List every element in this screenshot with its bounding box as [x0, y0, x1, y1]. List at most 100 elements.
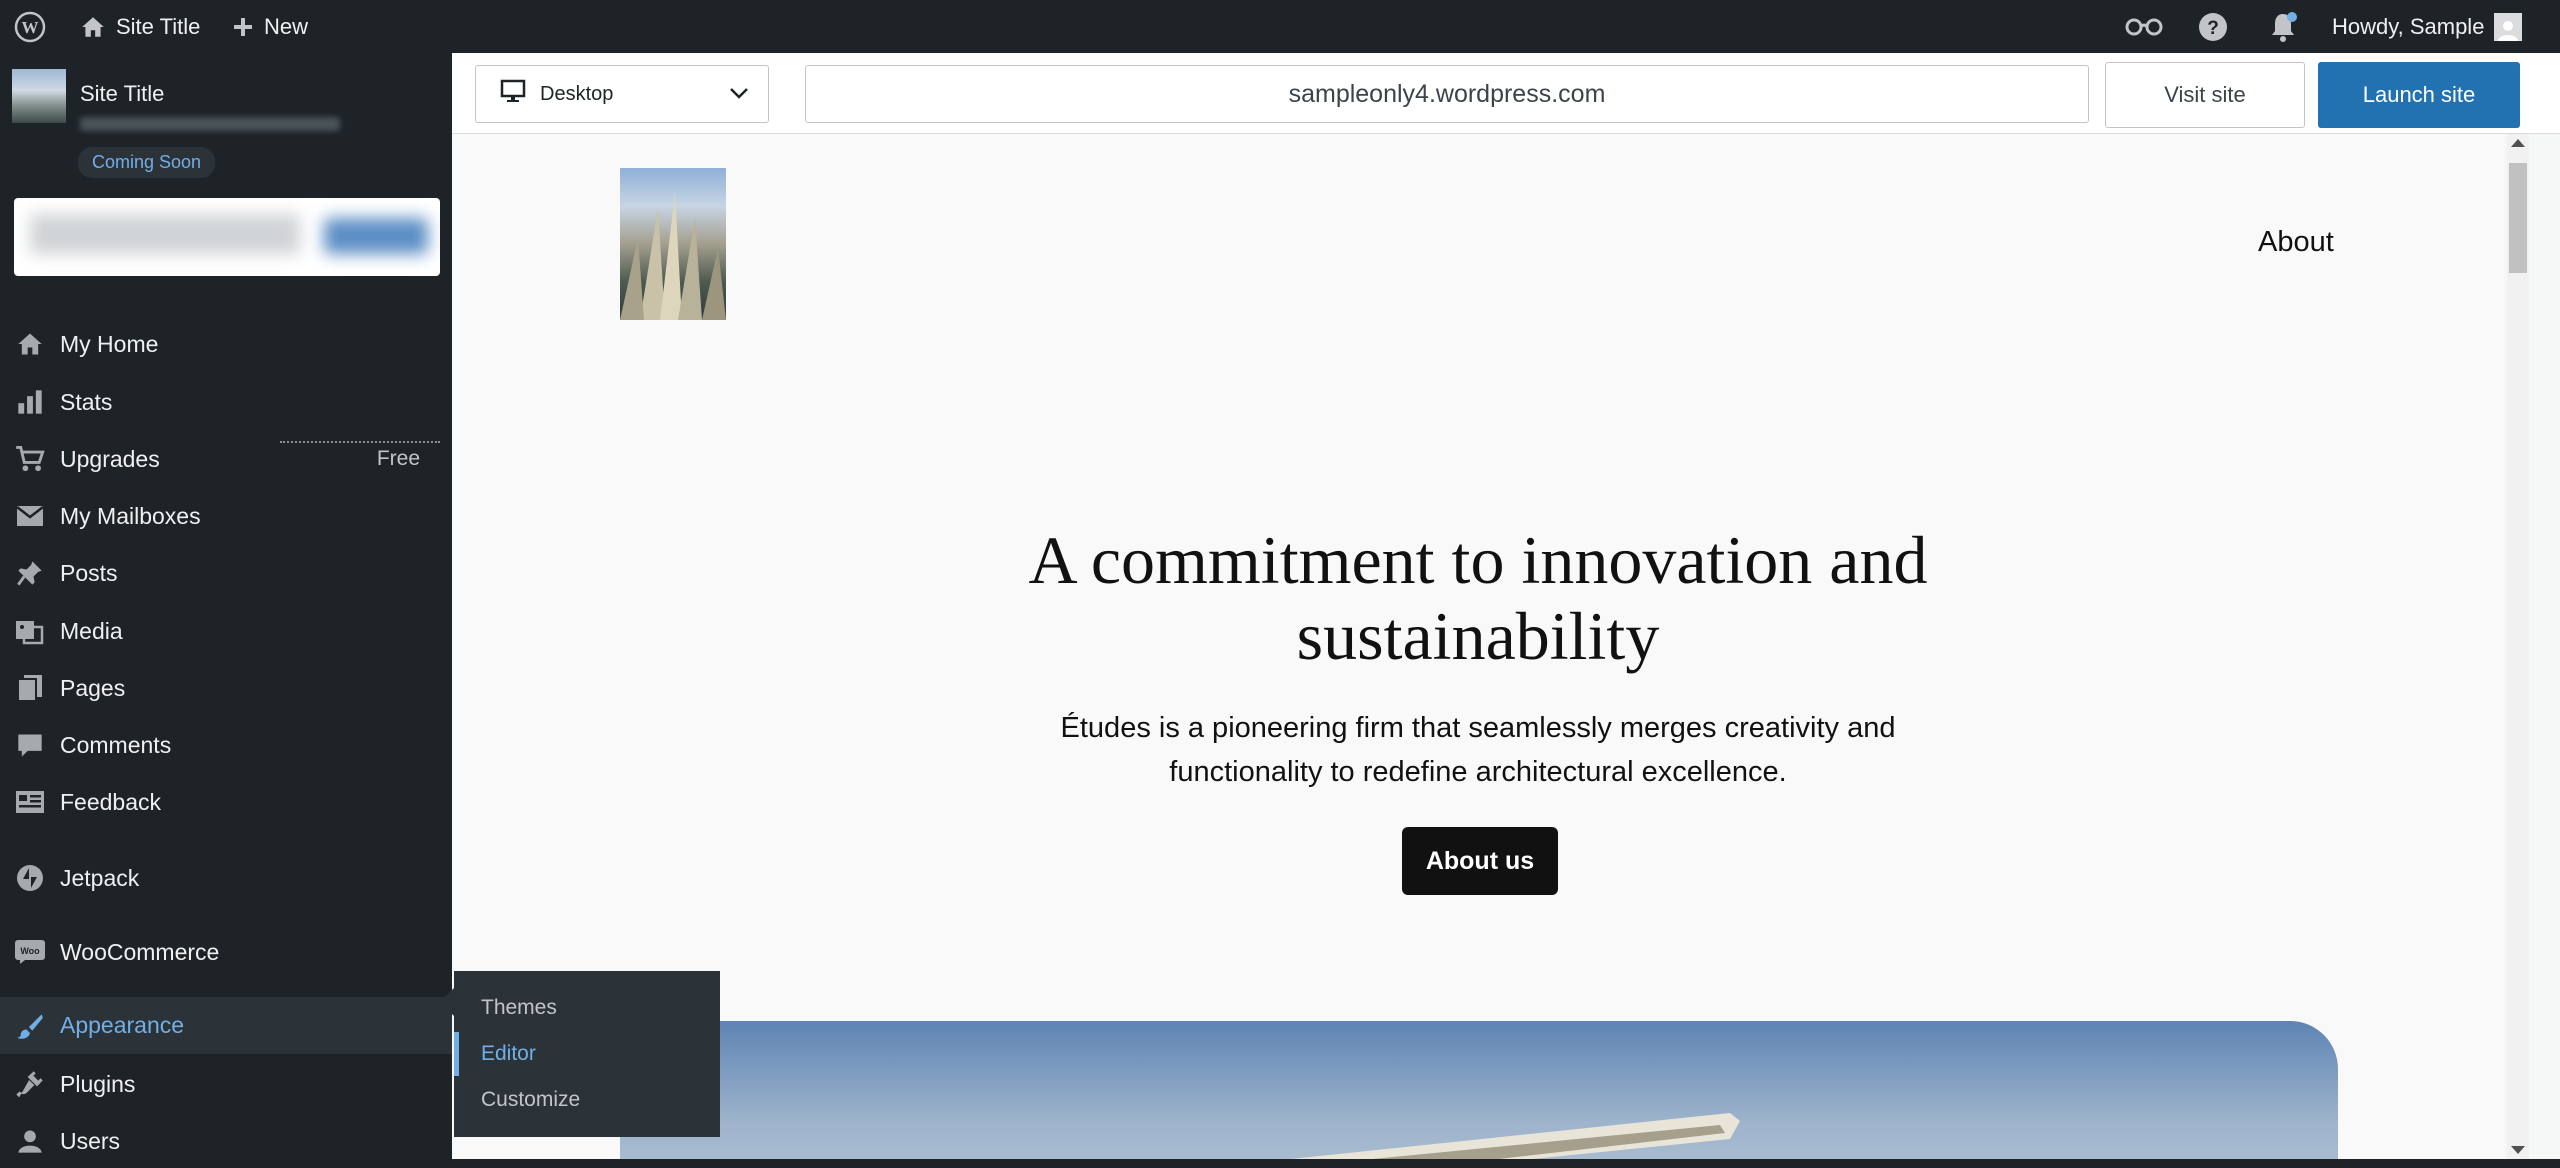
home-icon: [14, 328, 46, 360]
sidebar-item-upgrades[interactable]: Upgrades Free: [0, 432, 452, 486]
svg-text:W: W: [22, 18, 39, 37]
device-select-value: Desktop: [540, 82, 614, 105]
jetpack-icon: [14, 862, 46, 894]
site-logo[interactable]: [620, 168, 726, 320]
sidebar-item-label: Feedback: [60, 788, 162, 815]
site-url-blurred: [80, 117, 340, 131]
chevron-down-icon: [728, 82, 750, 110]
admin-bar-site-title: Site Title: [116, 13, 201, 39]
account-menu[interactable]: Howdy, Sample: [2332, 0, 2523, 53]
visit-site-button[interactable]: Visit site: [2105, 62, 2305, 128]
pin-icon: [14, 557, 46, 589]
site-url-field[interactable]: sampleonly4.wordpress.com: [805, 65, 2089, 123]
sidebar-item-jetpack[interactable]: Jetpack: [0, 851, 452, 905]
desktop-icon: [500, 79, 526, 109]
sidebar-item-feedback[interactable]: Feedback: [0, 775, 452, 829]
sidebar-item-my-mailboxes[interactable]: My Mailboxes: [0, 489, 452, 543]
sidebar-item-comments[interactable]: Comments: [0, 718, 452, 772]
reader-icon[interactable]: [2124, 0, 2164, 53]
brush-icon: [14, 1010, 46, 1042]
mail-icon: [14, 500, 46, 532]
sidebar-item-media[interactable]: Media: [0, 604, 452, 658]
scrollbar-thumb[interactable]: [2509, 163, 2527, 273]
sidebar-item-label: Jetpack: [60, 864, 140, 891]
preview-scrollbar[interactable]: [2507, 134, 2529, 1159]
sidebar-item-label: WooCommerce: [60, 938, 220, 965]
status-badge[interactable]: Coming Soon: [78, 147, 216, 178]
comment-icon: [14, 729, 46, 761]
site-title: Site Title: [80, 81, 165, 106]
plus-icon: [234, 17, 252, 36]
sidebar-item-label: My Mailboxes: [60, 502, 201, 529]
hero-subheading-line: functionality to redefine architectural …: [1169, 756, 1787, 788]
sidebar-item-woocommerce[interactable]: Woo WooCommerce: [0, 925, 452, 979]
hero-subheading: Études is a pioneering firm that seamles…: [452, 706, 2504, 794]
appearance-submenu: Themes Editor Customize: [454, 971, 720, 1137]
flyout-pointer: [440, 988, 454, 1016]
sidebar-item-pages[interactable]: Pages: [0, 661, 452, 715]
device-select[interactable]: Desktop: [475, 65, 769, 123]
admin-sidebar: Site Title Coming Soon My Home Stats Upg…: [0, 53, 452, 1159]
woo-icon: Woo: [14, 936, 46, 968]
submenu-item-label: Themes: [481, 996, 557, 1019]
howdy-label: Howdy, Sample: [2332, 13, 2485, 39]
cart-icon: [14, 443, 46, 475]
plan-badge: Free: [376, 447, 420, 470]
sidebar-item-label: Pages: [60, 674, 126, 701]
scroll-down-arrow-icon[interactable]: [2511, 1146, 2525, 1154]
stats-icon: [14, 386, 46, 418]
sidebar-item-label: Comments: [60, 731, 172, 758]
sidebar-item-label: Stats: [60, 388, 113, 415]
hero-subheading-line: Études is a pioneering firm that seamles…: [1060, 712, 1896, 744]
promo-button-blurred[interactable]: [324, 218, 428, 254]
user-icon: [14, 1125, 46, 1157]
sidebar-item-label: My Home: [60, 330, 159, 357]
sidebar-item-posts[interactable]: Posts: [0, 546, 452, 600]
sidebar-item-appearance[interactable]: Appearance: [0, 997, 452, 1054]
site-card[interactable]: Site Title Coming Soon: [12, 69, 442, 179]
submenu-item-customize[interactable]: Customize: [454, 1078, 720, 1122]
sidebar-item-stats[interactable]: Stats: [0, 375, 452, 429]
avatar: [2494, 12, 2523, 41]
site-url-text: sampleonly4.wordpress.com: [1288, 79, 1606, 108]
sidebar-item-label: Appearance: [60, 1012, 185, 1038]
wordpress-logo-icon[interactable]: W: [14, 0, 46, 53]
hero-heading: A commitment to innovation and sustainab…: [452, 522, 2504, 674]
about-us-button[interactable]: About us: [1402, 827, 1558, 895]
launch-site-button[interactable]: Launch site: [2318, 62, 2520, 128]
sidebar-item-plugins[interactable]: Plugins: [0, 1057, 452, 1111]
admin-bar-site-link[interactable]: Site Title: [80, 0, 200, 53]
pages-icon: [14, 672, 46, 704]
sidebar-item-label: Posts: [60, 559, 118, 586]
submenu-item-label: Editor: [481, 1042, 536, 1065]
sidebar-item-label: Users: [60, 1127, 121, 1154]
site-thumbnail: [12, 69, 66, 123]
svg-text:?: ?: [2207, 18, 2219, 39]
help-icon[interactable]: ?: [2198, 0, 2228, 53]
sidebar-item-label: Upgrades: [60, 445, 160, 472]
svg-text:Woo: Woo: [20, 946, 40, 956]
hero-heading-line: A commitment to innovation and: [1028, 522, 1928, 598]
submenu-item-themes[interactable]: Themes: [454, 986, 720, 1030]
site-editor-preview-area: Desktop sampleonly4.wordpress.com Visit …: [452, 53, 2560, 1159]
sidebar-item-users[interactable]: Users: [0, 1114, 452, 1168]
promo-banner[interactable]: [14, 198, 440, 276]
media-icon: [14, 615, 46, 647]
scroll-up-arrow-icon[interactable]: [2511, 139, 2525, 147]
notifications-bell-icon[interactable]: [2268, 0, 2298, 53]
submenu-item-label: Customize: [481, 1088, 581, 1111]
submenu-item-editor[interactable]: Editor: [454, 1032, 725, 1076]
admin-bar-new-button[interactable]: New: [232, 0, 308, 53]
home-icon: [82, 16, 104, 37]
sidebar-item-label: Media: [60, 617, 123, 644]
sidebar-item-my-home[interactable]: My Home: [0, 317, 452, 371]
promo-text-blurred: [30, 214, 300, 254]
admin-bar-new-label: New: [264, 13, 309, 39]
admin-bar: W Site Title New ? Howdy, Sample: [0, 0, 2560, 53]
hero-image: [620, 1021, 2338, 1159]
preview-toolbar: Desktop sampleonly4.wordpress.com Visit …: [452, 53, 2560, 134]
hero-heading-line: sustainability: [1296, 598, 1660, 674]
feedback-icon: [14, 786, 46, 818]
site-preview: About A commitment to innovation and sus…: [452, 134, 2504, 1159]
nav-link-about[interactable]: About: [2258, 226, 2334, 259]
